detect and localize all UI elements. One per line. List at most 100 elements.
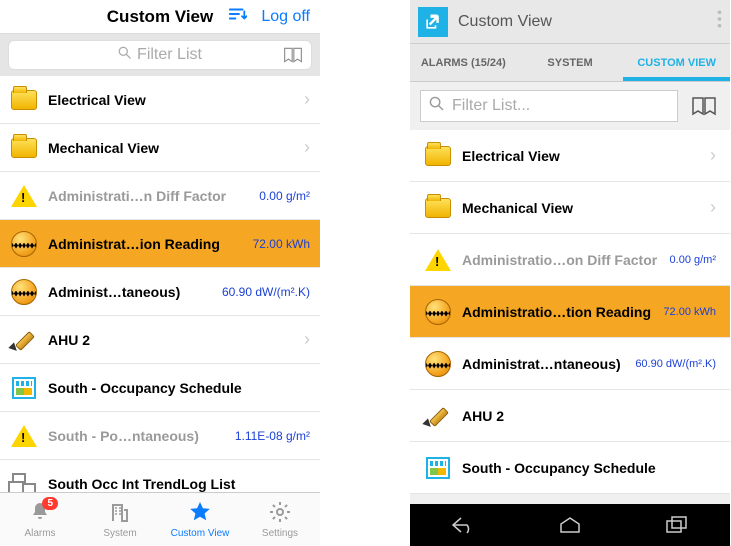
cal-icon: [424, 454, 452, 482]
tab-custom-view[interactable]: Custom View: [160, 493, 240, 546]
list-item[interactable]: Mechanical View›: [0, 124, 320, 172]
filter-placeholder: Filter List: [137, 46, 202, 64]
list-item[interactable]: AHU 2: [410, 390, 730, 442]
chevron-right-icon: ›: [710, 197, 716, 218]
wave-icon: [424, 298, 452, 326]
overflow-menu-icon[interactable]: [717, 10, 722, 33]
item-label: Electrical View: [462, 148, 704, 164]
list-item[interactable]: AHU 2 ›: [0, 316, 320, 364]
item-label: Administratio…tion Reading: [462, 304, 659, 320]
chevron-right-icon: ›: [710, 145, 716, 166]
search-icon: [429, 96, 444, 116]
item-label: South - Occupancy Schedule: [48, 380, 310, 396]
chevron-right-icon: ›: [304, 89, 310, 110]
tab-bar: 5 Alarms System Custom View Settings: [0, 492, 320, 546]
search-bar: Filter List...: [410, 82, 730, 130]
item-label: Mechanical View: [48, 140, 298, 156]
tab-label: Settings: [262, 528, 298, 539]
ios-header: Custom View Log off: [0, 0, 320, 34]
warn-icon: [10, 182, 38, 210]
list-item[interactable]: Mechanical View›: [410, 182, 730, 234]
item-label: AHU 2: [462, 408, 716, 424]
folder-icon: [10, 86, 38, 114]
folder-icon: [424, 142, 452, 170]
chevron-right-icon: ›: [304, 329, 310, 350]
item-value: 72.00 kWh: [253, 237, 310, 251]
item-value: 72.00 kWh: [663, 306, 716, 318]
tab-label: CUSTOM VIEW: [637, 57, 716, 69]
app-icon: [418, 7, 448, 37]
tree-icon: [10, 470, 38, 493]
filter-input[interactable]: Filter List...: [420, 90, 678, 122]
item-value: 60.90 dW/(m².K): [635, 358, 716, 370]
tab-settings[interactable]: Settings: [240, 493, 320, 546]
item-label: South - Occupancy Schedule: [462, 460, 716, 476]
list-item[interactable]: Administ…taneous) 60.90 dW/(m².K): [0, 268, 320, 316]
android-app: Custom View ALARMS (15/24) SYSTEM CUSTOM…: [410, 0, 730, 546]
list-item[interactable]: South - Po…ntaneous) 1.11E-08 g/m²: [0, 412, 320, 460]
item-value: 60.90 dW/(m².K): [222, 285, 310, 299]
item-label: Administratio…on Diff Factor: [462, 252, 666, 268]
home-button[interactable]: [555, 513, 585, 537]
search-bar: Filter List: [0, 34, 320, 76]
wave-icon: [424, 350, 452, 378]
item-value: 1.11E-08 g/m²: [235, 429, 310, 443]
item-label: Administrat…ntaneous): [462, 356, 631, 372]
tab-custom-view[interactable]: CUSTOM VIEW: [623, 44, 730, 81]
pen-icon: [424, 402, 452, 430]
list-item[interactable]: South Occ Int TrendLog List: [0, 460, 320, 492]
list-item[interactable]: Electrical View ›: [410, 130, 730, 182]
list-item[interactable]: Electrical View ›: [0, 76, 320, 124]
item-label: South Occ Int TrendLog List: [48, 476, 310, 492]
list-item[interactable]: Administratio…on Diff Factor 0.00 g/m²: [410, 234, 730, 286]
android-header: Custom View: [410, 0, 730, 44]
back-button[interactable]: [448, 513, 478, 537]
tab-alarms[interactable]: ALARMS (15/24): [410, 44, 517, 81]
filter-placeholder: Filter List...: [452, 97, 530, 115]
item-label: Administ…taneous): [48, 284, 218, 300]
android-navbar: [410, 504, 730, 546]
ios-app: Custom View Log off Filter List Electric…: [0, 0, 320, 546]
item-label: South - Po…ntaneous): [48, 428, 231, 444]
tab-system[interactable]: SYSTEM: [517, 44, 624, 81]
star-icon: [188, 500, 212, 528]
logoff-button[interactable]: Log off: [261, 8, 310, 26]
folder-icon: [10, 134, 38, 162]
list-item[interactable]: Administratio…tion Reading 72.00 kWh: [410, 286, 730, 338]
warn-icon: [10, 422, 38, 450]
tab-system[interactable]: System: [80, 493, 160, 546]
android-tabs: ALARMS (15/24) SYSTEM CUSTOM VIEW: [410, 44, 730, 82]
alarms-badge: 5: [42, 497, 58, 510]
wave-icon: [10, 278, 38, 306]
custom-view-list[interactable]: Electrical View›Mechanical View›Administ…: [410, 130, 730, 504]
list-item[interactable]: Administrati…n Diff Factor 0.00 g/m²: [0, 172, 320, 220]
pen-icon: [10, 326, 38, 354]
bookmark-icon[interactable]: [283, 45, 303, 70]
item-label: AHU 2: [48, 332, 298, 348]
sort-icon[interactable]: [229, 7, 247, 26]
building-icon: [108, 500, 132, 528]
list-item[interactable]: Administrat…ion Reading 72.00 kWh: [0, 220, 320, 268]
gear-icon: [268, 500, 292, 528]
list-item[interactable]: Administrat…ntaneous) 60.90 dW/(m².K): [410, 338, 730, 390]
tab-label: ALARMS (15/24): [421, 57, 506, 69]
cal-icon: [10, 374, 38, 402]
wave-icon: [10, 230, 38, 258]
item-value: 0.00 g/m²: [259, 189, 310, 203]
bookmark-icon[interactable]: [688, 92, 720, 120]
custom-view-list[interactable]: Electrical View›Mechanical View›Administ…: [0, 76, 320, 492]
list-item[interactable]: South - Occupancy Schedule: [0, 364, 320, 412]
search-icon: [118, 46, 131, 64]
item-label: Administrati…n Diff Factor: [48, 188, 255, 204]
item-label: Electrical View: [48, 92, 298, 108]
tab-alarms[interactable]: 5 Alarms: [0, 493, 80, 546]
item-label: Administrat…ion Reading: [48, 236, 249, 252]
page-title: Custom View: [458, 13, 717, 31]
tab-label: System: [103, 528, 136, 539]
filter-input[interactable]: Filter List: [8, 40, 312, 70]
recents-button[interactable]: [662, 513, 692, 537]
list-item[interactable]: South - Occupancy Schedule: [410, 442, 730, 494]
tab-label: SYSTEM: [547, 57, 592, 69]
warn-icon: [424, 246, 452, 274]
item-value: 0.00 g/m²: [670, 254, 716, 266]
